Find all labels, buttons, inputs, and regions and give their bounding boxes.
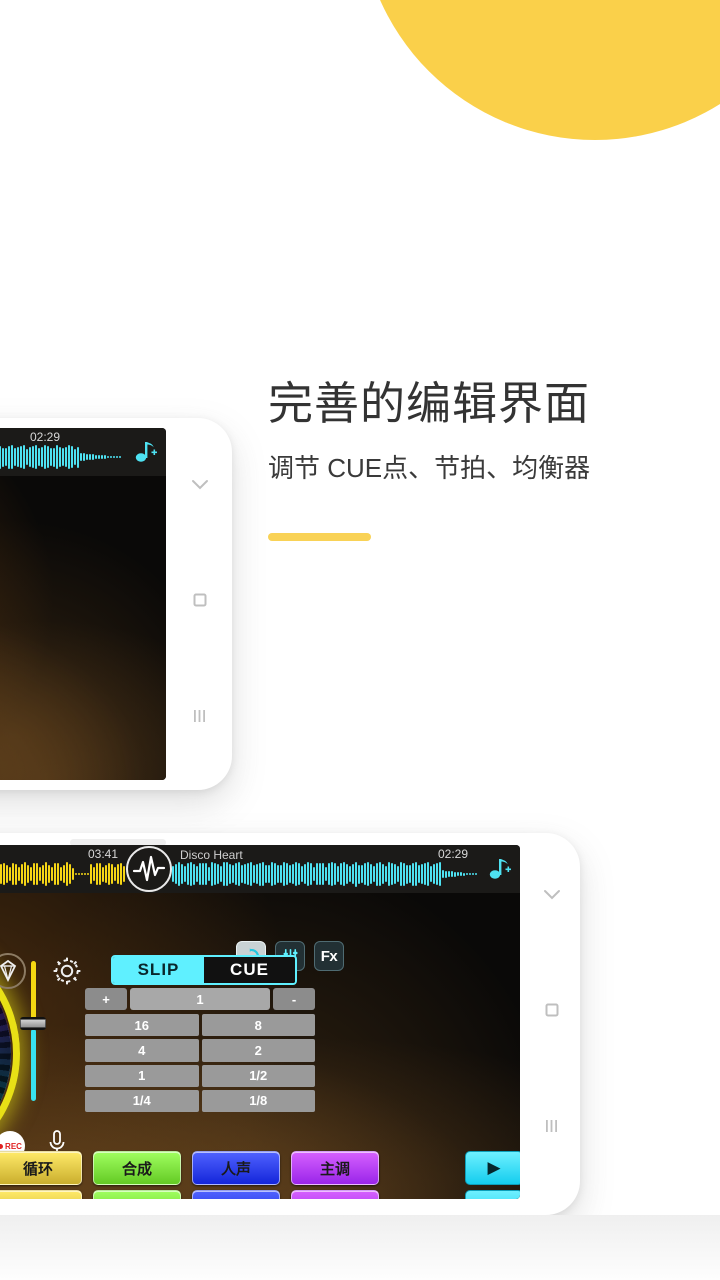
phone-mockup-top: 02:29 [0,418,232,790]
record-dot-icon [0,1143,4,1149]
pad-3[interactable]: 循环 [0,1151,82,1185]
crowd-backdrop [0,591,166,780]
waveform-right[interactable]: 02:29 [0,428,124,476]
beat-grid-cell[interactable]: 1/4 [85,1089,199,1112]
track-time-right: 02:29 [437,847,468,861]
waveform-cyan [172,861,478,887]
waveform-right[interactable]: Disco Heart 02:29 [172,845,478,893]
cue-button[interactable]: CUE [465,1190,520,1199]
track-time-right: 02:29 [29,430,60,444]
page-bottom-gradient [0,1215,720,1280]
pad-4[interactable]: 合成 [93,1151,181,1185]
beat-grid-cell[interactable]: 2 [201,1039,315,1062]
beat-grid-cell[interactable]: 8 [201,1014,315,1037]
top-waveform-bar: 03:41 Disco Heart 02:29 [0,845,520,893]
beat-stepper: + 1 - [85,988,315,1010]
waveform-left[interactable]: 03:41 [0,845,126,893]
cue-tab[interactable]: CUE [204,957,295,983]
fader-knob[interactable] [20,1017,46,1030]
mode-toggle: SLIP CUE [111,955,297,985]
music-note-plus-icon[interactable] [478,856,520,882]
track-time-left: 03:41 [87,847,118,861]
beat-grid-cell[interactable]: 1/8 [201,1089,315,1112]
waveform-yellow [0,862,126,886]
pad-5[interactable]: 人声 [192,1151,280,1185]
chevron-down-icon[interactable] [543,888,561,906]
pad-row-2: 低音鼓循环合成人声主调 [0,1190,379,1199]
beat-grid-cell[interactable]: 1 [85,1064,199,1087]
waveform-icon[interactable] [126,846,172,892]
page-title: 完善的编辑界面 [268,378,591,429]
pad-row-1: 低音鼓循环合成人声主调 [0,1151,379,1185]
pad-4[interactable]: 合成 [93,1190,181,1199]
square-home-icon[interactable] [193,593,207,612]
beat-grid: 16 8 4 2 1 1/2 1/4 1/8 [85,1014,315,1112]
recents-icon[interactable] [545,1119,559,1138]
chevron-down-icon[interactable] [191,478,209,496]
stepper-plus-button[interactable]: + [85,988,127,1010]
pad-3[interactable]: 循环 [0,1190,82,1199]
pad-5[interactable]: 人声 [192,1190,280,1199]
stepper-minus-button[interactable]: - [273,988,315,1010]
play-button[interactable]: ▶ [465,1151,520,1185]
gear-icon[interactable] [50,954,84,993]
android-navigation-bar-bottom [520,888,584,1138]
music-note-plus-icon[interactable] [124,439,166,465]
fx-button[interactable]: Fx [314,941,344,971]
dj-app-screen-bottom: 03:41 Disco Heart 02:29 Fx SLIP CUE + 1 … [0,845,520,1199]
dj-app-screen-top: 02:29 [0,428,166,780]
stepper-value: 1 [130,988,270,1010]
slip-tab[interactable]: SLIP [113,957,204,983]
beat-grid-cell[interactable]: 16 [85,1014,199,1037]
top-waveform-bar: 02:29 [0,428,166,476]
android-navigation-bar-top [168,478,232,728]
pad-6[interactable]: 主调 [291,1151,379,1185]
beat-grid-cell[interactable]: 4 [85,1039,199,1062]
promo-copy: 完善的编辑界面 调节 CUE点、节拍、均衡器 [268,375,688,541]
waveform-cyan [0,444,124,470]
decorative-circle [360,0,720,140]
deck-area-bottom: 126.59 BPM [0,893,520,1199]
crossfader[interactable] [20,961,46,1101]
promo-page: 完善的编辑界面 调节 CUE点、节拍、均衡器 02:29 03:41 Disco… [0,0,720,1280]
track-title: Disco Heart [180,848,243,862]
page-subtitle: 调节 CUE点、节拍、均衡器 [268,453,591,483]
pad-6[interactable]: 主调 [291,1190,379,1199]
recents-icon[interactable] [193,709,207,728]
deck-area-top: Fx SYNC ▶ CUE 主调 主调 [0,476,166,780]
accent-bar [268,533,371,541]
fader-track-lower [31,1029,36,1101]
square-home-icon[interactable] [545,1003,559,1022]
record-label: REC [5,1141,22,1151]
beat-grid-cell[interactable]: 1/2 [201,1064,315,1087]
phone-mockup-bottom: 03:41 Disco Heart 02:29 Fx SLIP CUE + 1 … [0,833,580,1215]
